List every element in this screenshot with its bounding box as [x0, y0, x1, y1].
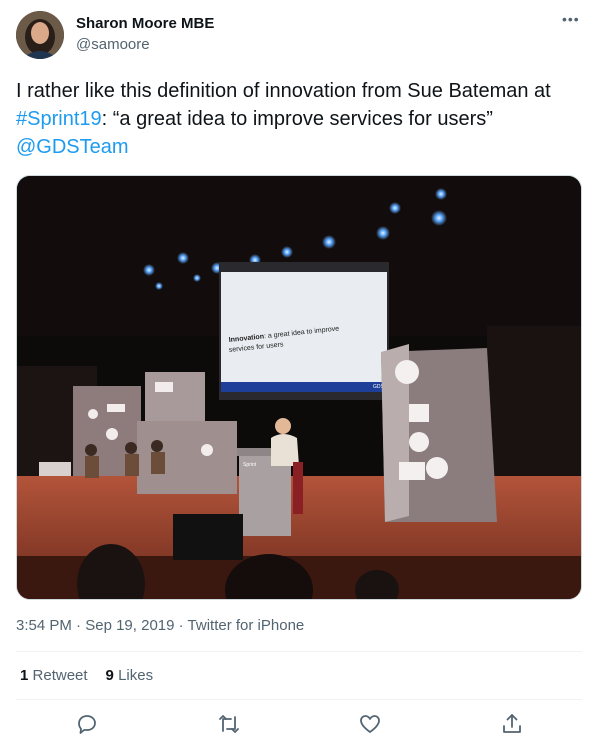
author-handle[interactable]: @samoore	[76, 36, 150, 53]
tweet-time[interactable]: 3:54 PM	[16, 617, 72, 634]
tweet-date[interactable]: Sep 19, 2019	[85, 617, 174, 634]
divider	[16, 699, 582, 700]
retweets-count: 1	[20, 667, 29, 684]
tweet-text: I rather like this definition of innovat…	[16, 77, 586, 161]
like-icon[interactable]	[358, 712, 382, 736]
tweet-meta: 3:54 PM · Sep 19, 2019 · Twitter for iPh…	[16, 617, 304, 634]
avatar[interactable]	[16, 11, 64, 59]
likes-stat[interactable]: 9 Likes	[106, 667, 154, 684]
tweet-stats: 1 Retweet 9 Likes	[20, 667, 153, 684]
more-icon[interactable]: •••	[562, 12, 580, 26]
likes-count: 9	[105, 667, 114, 684]
reply-icon[interactable]	[75, 712, 99, 736]
tweet-source[interactable]: Twitter for iPhone	[188, 617, 305, 634]
tweet-photo[interactable]: Innovation: a great idea to improve serv…	[16, 175, 582, 600]
tweet-text-part1: I rather like this definition of innovat…	[16, 80, 551, 102]
retweets-label: Retweet	[32, 667, 88, 684]
author-name[interactable]: Sharon Moore MBE	[76, 15, 214, 32]
action-bar	[0, 710, 598, 740]
hashtag-link[interactable]: #Sprint19	[16, 108, 102, 130]
likes-label: Likes	[118, 667, 154, 684]
tweet-card: Sharon Moore MBE @samoore ••• I rather l…	[0, 0, 598, 749]
lectern-label: Sprint	[243, 462, 257, 468]
retweets-stat[interactable]: 1 Retweet	[20, 667, 88, 684]
share-icon[interactable]	[500, 712, 524, 736]
divider	[16, 651, 582, 652]
retweet-icon[interactable]	[217, 712, 241, 736]
mention-link[interactable]: @GDSTeam	[16, 136, 129, 158]
meta-separator: ·	[174, 617, 188, 634]
meta-separator: ·	[71, 617, 86, 634]
tweet-text-part2: : “a great idea to improve services for …	[101, 108, 493, 130]
